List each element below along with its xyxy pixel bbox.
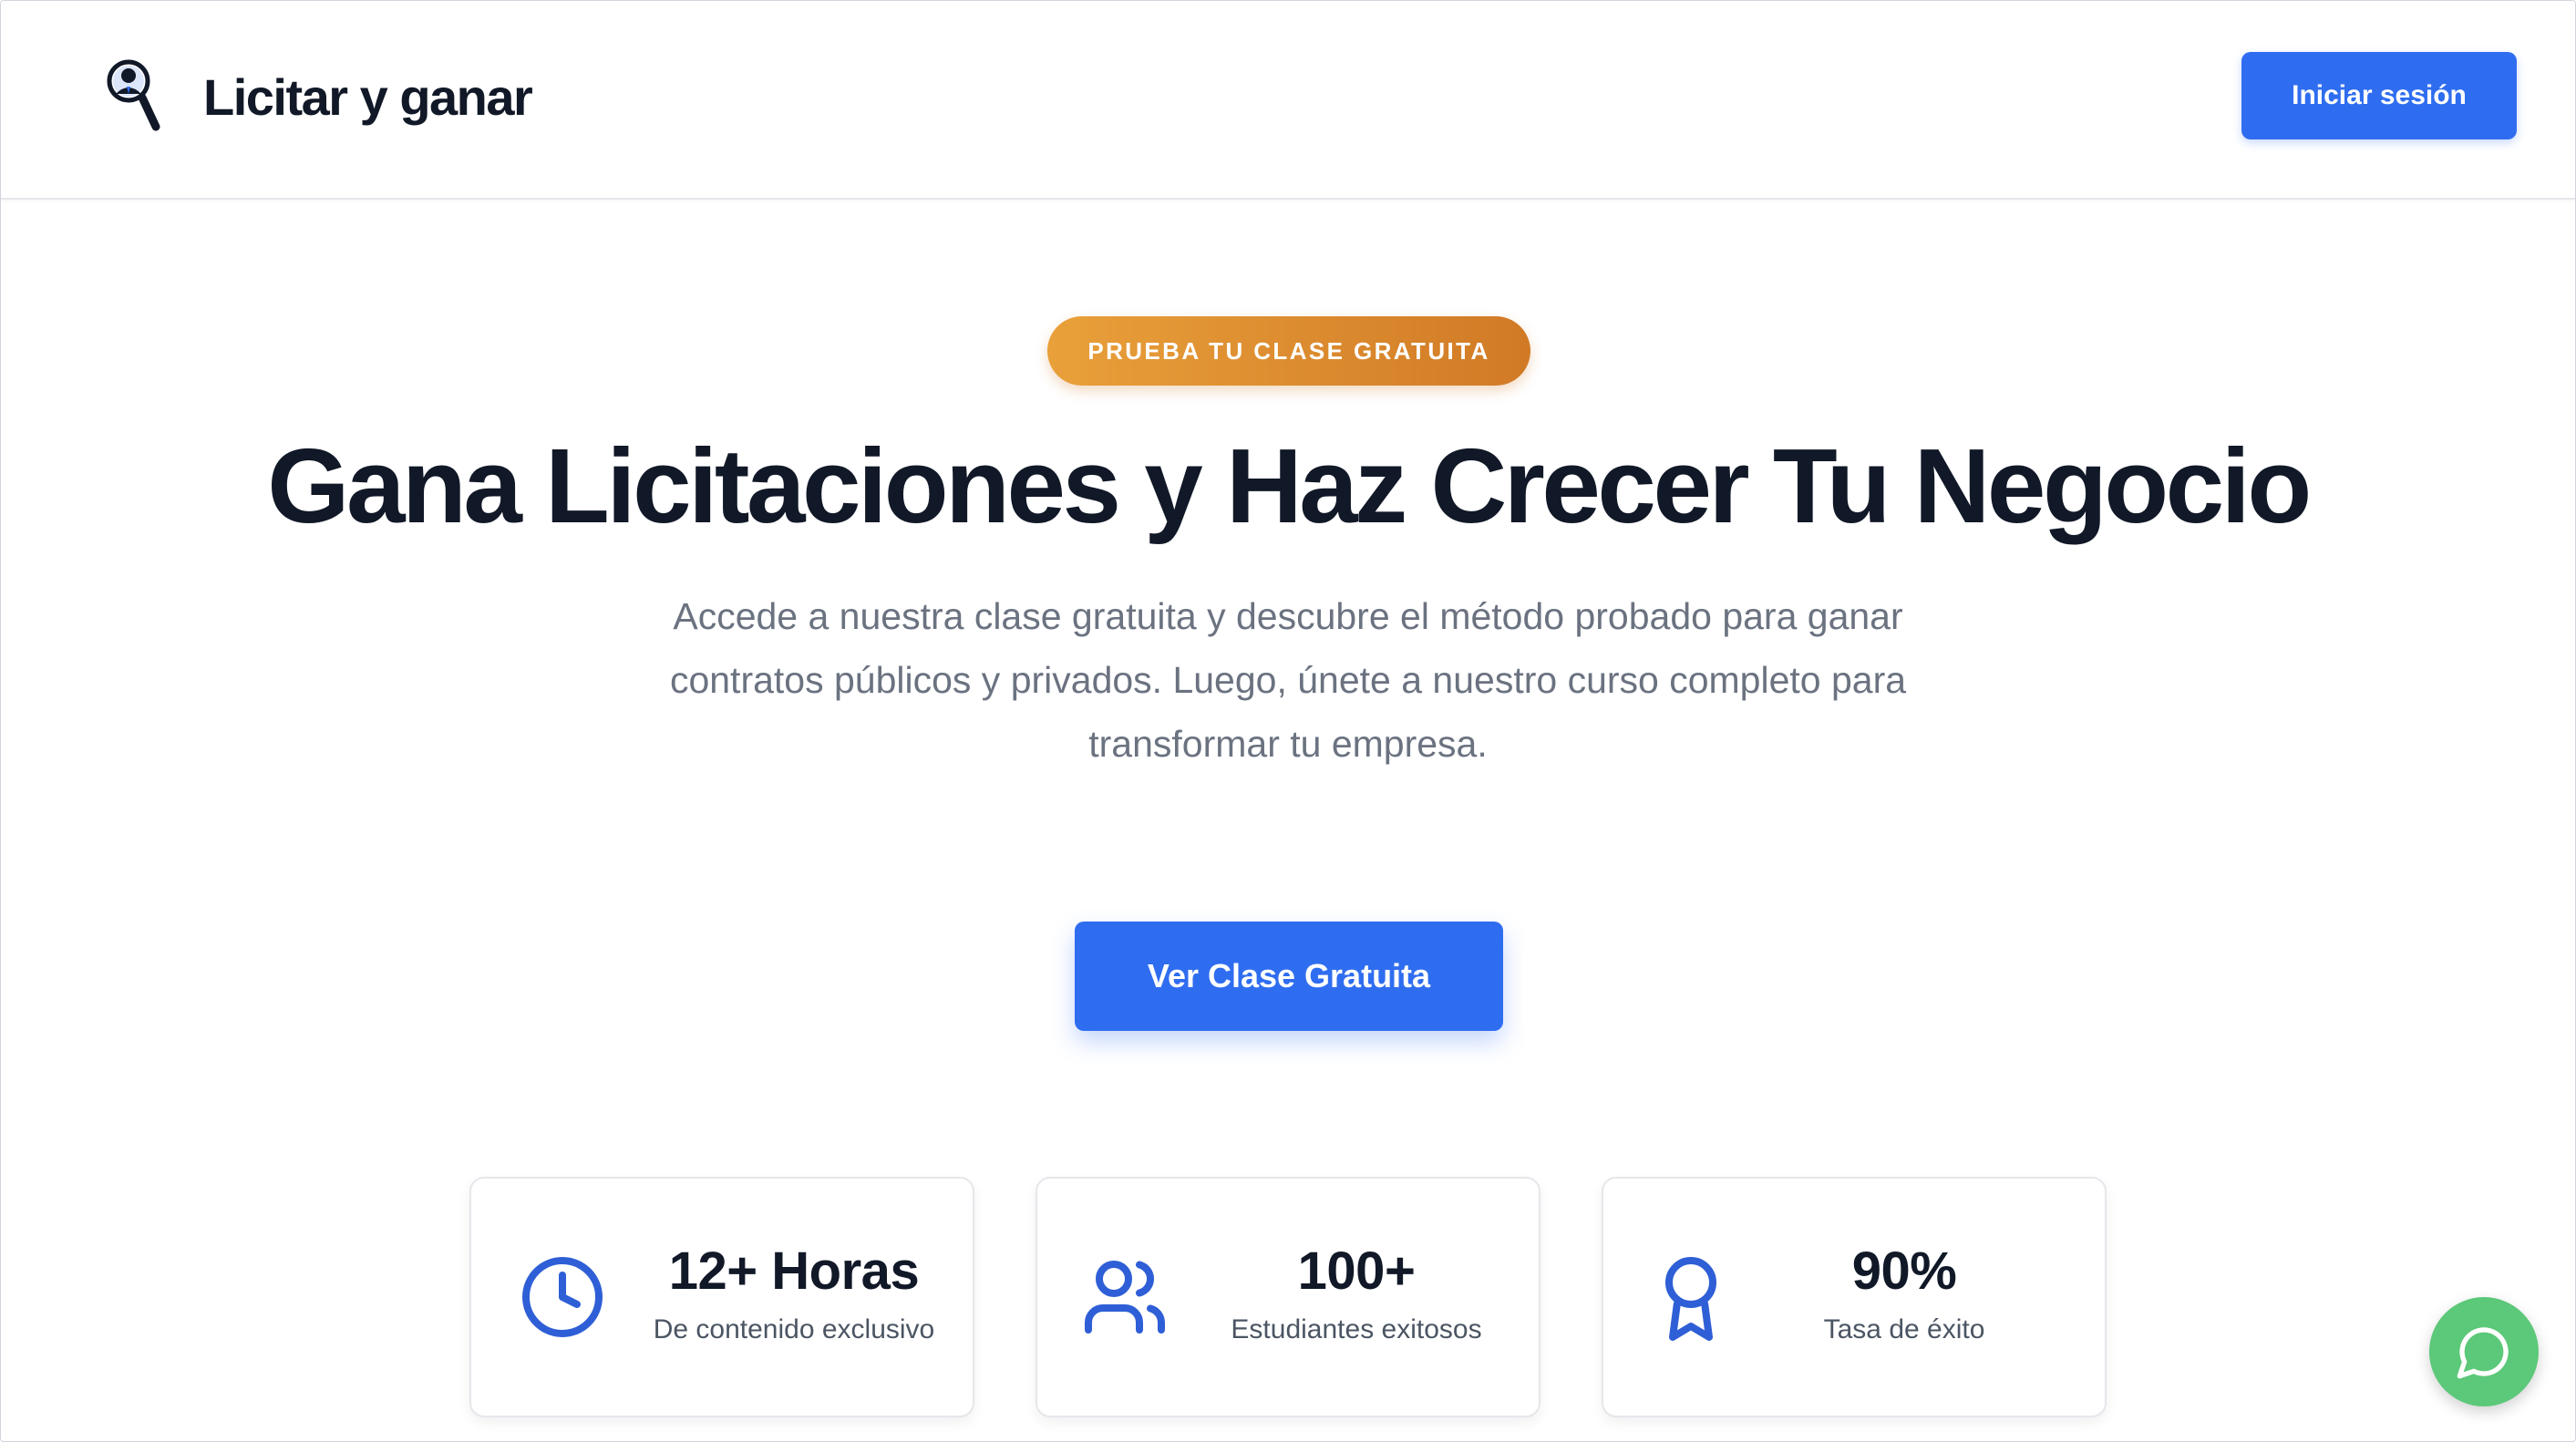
stat-value: 90%	[1851, 1241, 1957, 1301]
stat-value: 100+	[1297, 1241, 1416, 1301]
watch-free-class-button[interactable]: Ver Clase Gratuita	[1075, 922, 1503, 1031]
stat-label: De contenido exclusivo	[653, 1314, 935, 1344]
stat-text: 90% Tasa de éxito	[1740, 1242, 2068, 1348]
hero-subtitle: Accede a nuestra clase gratuita y descub…	[669, 595, 1907, 765]
stat-card-students: 100+ Estudiantes exitosos	[1036, 1177, 1540, 1417]
stat-value: 12+ Horas	[668, 1241, 920, 1301]
stat-text: 12+ Horas De contenido exclusivo	[630, 1242, 958, 1348]
chat-button[interactable]	[2429, 1297, 2539, 1406]
users-icon	[1085, 1261, 1165, 1334]
page-frame: Licitar y ganar Iniciar sesión PRUEBA TU…	[0, 0, 2576, 1442]
stat-card-hours: 12+ Horas De contenido exclusivo	[469, 1177, 974, 1417]
brand[interactable]: Licitar y ganar	[105, 56, 533, 138]
magnifier-person-logo-icon	[107, 59, 160, 131]
stat-label: Estudiantes exitosos	[1231, 1314, 1482, 1344]
clock-icon	[522, 1257, 603, 1337]
stat-text: 100+ Estudiantes exitosos	[1192, 1242, 1520, 1348]
hero-title: Gana Licitaciones y Haz Crecer Tu Negoci…	[267, 427, 2312, 545]
stat-card-success-rate: 90% Tasa de éxito	[1602, 1177, 2107, 1417]
chat-bubble-icon	[2457, 1327, 2509, 1379]
free-class-badge: PRUEBA TU CLASE GRATUITA	[1047, 316, 1530, 386]
login-button[interactable]: Iniciar sesión	[2241, 52, 2517, 139]
brand-name: Licitar y ganar	[203, 67, 533, 126]
top-navbar: Licitar y ganar Iniciar sesión	[1, 1, 2575, 200]
award-icon	[1665, 1257, 1716, 1341]
stat-label: Tasa de éxito	[1823, 1314, 1985, 1344]
